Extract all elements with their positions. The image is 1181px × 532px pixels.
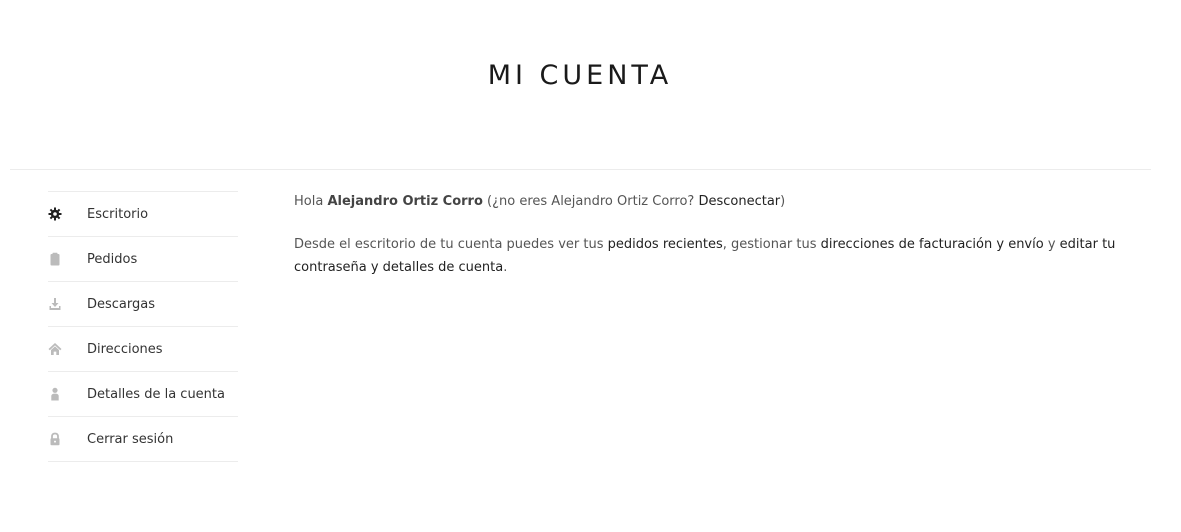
clipboard-icon [48,252,72,266]
sidebar-item-label: Detalles de la cuenta [87,386,225,402]
dashboard-text-part2: , gestionar tus [722,237,821,252]
sidebar-item-label: Pedidos [87,251,138,267]
user-icon [48,387,72,401]
recent-orders-link[interactable]: pedidos recientes [608,237,723,252]
addresses-link[interactable]: direcciones de facturación y envío [821,237,1044,252]
gear-icon [48,207,72,221]
user-name: Alejandro Ortiz Corro [327,194,483,209]
sidebar-item-label: Escritorio [87,206,149,222]
greeting-paragraph: Hola Alejandro Ortiz Corro (¿no eres Ale… [294,190,1144,213]
greeting-hello: Hola [294,194,328,209]
not-you-text: (¿no eres Alejandro Ortiz Corro? [482,194,699,209]
dashboard-text-part1: Desde el escritorio de tu cuenta puedes … [294,237,608,252]
page-title: MI CUENTA [487,60,673,91]
sidebar-item-descargas[interactable]: Descargas [48,282,238,327]
logout-link[interactable]: Desconectar [698,194,780,209]
download-icon [48,297,72,311]
sidebar-item-cerrar-sesion[interactable]: Cerrar sesión [48,417,238,462]
dashboard-text-part3: y [1043,237,1060,252]
sidebar-item-detalles-cuenta[interactable]: Detalles de la cuenta [48,372,238,417]
lock-icon [48,432,72,446]
sidebar-item-escritorio[interactable]: Escritorio [48,192,238,237]
sidebar-item-label: Descargas [87,296,156,312]
title-divider [10,169,1151,170]
sidebar-item-label: Direcciones [87,341,163,357]
dashboard-description: Desde el escritorio de tu cuenta puedes … [294,233,1144,279]
not-you-suffix: ) [780,194,786,209]
sidebar-item-pedidos[interactable]: Pedidos [48,237,238,282]
dashboard-content: Hola Alejandro Ortiz Corro (¿no eres Ale… [294,190,1144,299]
sidebar-item-label: Cerrar sesión [87,431,174,447]
home-icon [48,342,72,356]
dashboard-text-part4: . [503,260,508,275]
sidebar-item-direcciones[interactable]: Direcciones [48,327,238,372]
account-navigation: Escritorio Pedidos Descargas Direcciones… [48,191,238,462]
